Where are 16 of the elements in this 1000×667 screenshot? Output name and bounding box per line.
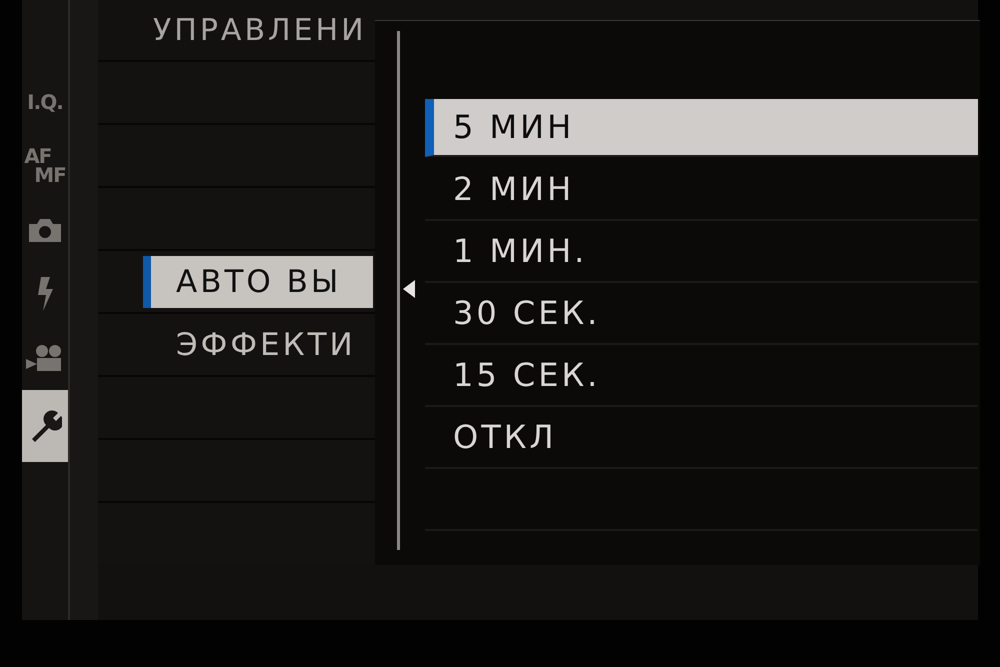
flash-icon xyxy=(35,277,55,311)
menu-title: УПРАВЛЕНИ xyxy=(153,12,367,48)
option-item[interactable]: 2 МИН xyxy=(425,159,978,221)
menu-tab[interactable]: I.Q. xyxy=(22,70,68,134)
option-item[interactable]: 30 СЕК. xyxy=(425,283,978,345)
option-item[interactable]: 5 МИН xyxy=(425,99,978,157)
menu-tab[interactable] xyxy=(22,390,68,462)
option-item[interactable]: ОТКЛ xyxy=(425,407,978,469)
option-item[interactable]: 1 МИН. xyxy=(425,221,978,283)
menu-tab[interactable]: AF MF xyxy=(22,134,68,198)
left-arrow-icon xyxy=(403,280,415,298)
camera-icon xyxy=(27,216,63,244)
movie-camera-icon xyxy=(26,343,64,373)
menu-item[interactable]: АВТО ВЫ xyxy=(143,256,373,308)
option-item[interactable]: 15 СЕК. xyxy=(425,345,978,407)
menu-item[interactable]: ЭФФЕКТИ xyxy=(143,318,373,370)
